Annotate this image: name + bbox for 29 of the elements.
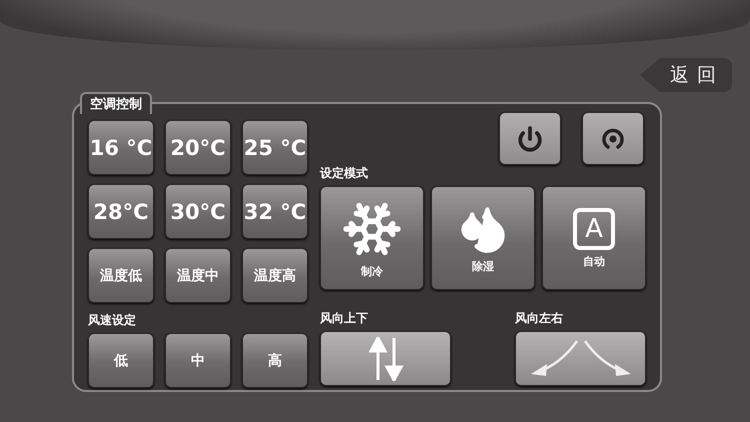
temperature-button[interactable]: 30°C [165, 184, 231, 239]
auto-icon: A [573, 208, 615, 250]
temperature-button[interactable]: 32 °C [242, 184, 308, 239]
fan-speed-button[interactable]: 低 [88, 333, 154, 388]
temperature-button[interactable]: 温度中 [165, 248, 231, 303]
ring-button[interactable] [582, 112, 644, 165]
left-right-curved-arrows-icon [528, 338, 632, 378]
power-icon [517, 126, 543, 152]
temperature-button[interactable]: 25 °C [242, 120, 308, 175]
temperature-button[interactable]: 28°C [88, 184, 154, 239]
temperature-button[interactable]: 温度高 [242, 248, 308, 303]
panel-title: 空调控制 [80, 92, 152, 114]
temperature-button[interactable]: 16 °C [88, 120, 154, 175]
back-button[interactable]: 返回 [640, 58, 732, 92]
temperature-button[interactable]: 20°C [165, 120, 231, 175]
section-label: 风速设定 [88, 312, 136, 329]
ring-icon [601, 126, 625, 150]
section-label: 风向上下 [320, 310, 368, 327]
swing-button[interactable] [320, 331, 451, 386]
temperature-button[interactable]: 温度低 [88, 248, 154, 303]
mode-button[interactable]: 制冷 [320, 186, 424, 290]
section-label: 风向左右 [515, 310, 563, 327]
section-label: 设定模式 [320, 165, 368, 182]
mode-button[interactable]: A 自动 [542, 186, 646, 290]
fan-speed-button[interactable]: 中 [165, 333, 231, 388]
swing-button[interactable] [515, 331, 646, 386]
fan-speed-button[interactable]: 高 [242, 333, 308, 388]
mode-button[interactable]: 除湿 [431, 186, 535, 290]
power-button[interactable] [499, 112, 561, 165]
